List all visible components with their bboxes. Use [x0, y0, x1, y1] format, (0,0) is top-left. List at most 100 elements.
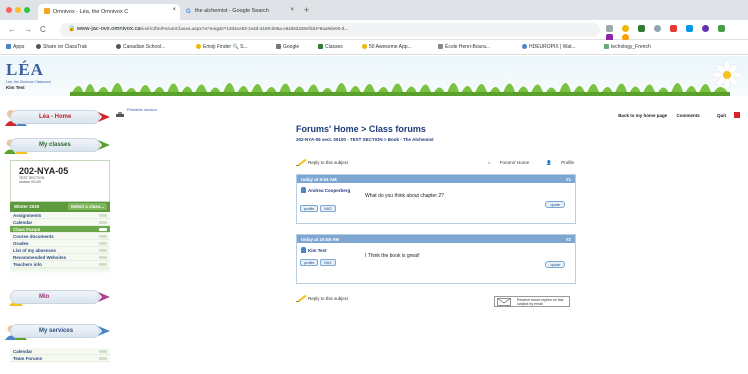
extension-icon[interactable]: [718, 25, 725, 32]
semester-label: Winter 2020: [14, 204, 40, 209]
post-body: Andrea Cooperberg profile MIO What do you…: [297, 183, 575, 223]
services-menu: Calendar Team Forums: [10, 348, 110, 362]
bookmark-hdeuropix[interactable]: HDEUROPIX | Wat...: [522, 44, 576, 50]
post-number[interactable]: #1: [566, 177, 571, 182]
new-tab-button[interactable]: +: [304, 5, 309, 15]
class-code: 202-NYA-05: [19, 166, 69, 176]
logo-title: LÉA: [6, 60, 44, 79]
extension-icon[interactable]: [686, 25, 693, 32]
bookmark-classes[interactable]: Classes: [318, 44, 343, 50]
profile-button[interactable]: profile: [300, 259, 319, 266]
pencil-icon: [296, 159, 307, 166]
bookmark-label: Classes: [325, 44, 343, 50]
sidebar-mio[interactable]: Mio: [0, 286, 116, 308]
tab-label: Omnivox - Léa, the Omnivox C: [53, 9, 129, 15]
bookmark-emoji-finder[interactable]: Emoji Finder 🔍 S...: [196, 44, 248, 50]
zoom-icon[interactable]: [606, 25, 613, 32]
close-tab-icon[interactable]: ×: [172, 7, 176, 13]
printer-icon[interactable]: [116, 112, 124, 118]
sidebar: Léa - Home My classes 202-NYA-05 TEST SE…: [0, 96, 116, 374]
menu-item-teachers-info[interactable]: Teachers info: [10, 261, 110, 268]
lea-logo[interactable]: LÉA Léa, the Omnivox Classroom Kim Test: [6, 60, 51, 90]
globe-icon: [116, 44, 121, 49]
quote-button[interactable]: quote: [545, 261, 565, 268]
sidebar-my-classes-label: My classes: [10, 138, 100, 152]
reload-icon[interactable]: C: [40, 25, 46, 34]
sidebar-home[interactable]: Léa - Home: [0, 106, 116, 128]
menu-item-grades[interactable]: Grades: [10, 240, 110, 247]
extension-icon[interactable]: [670, 25, 677, 32]
quote-button[interactable]: quote: [545, 201, 565, 208]
menu-item-label: Course documents: [13, 234, 54, 239]
menu-item-recommended-websites[interactable]: Recommended Websites: [10, 254, 110, 261]
url-input[interactable]: 🔒 www-jac-ovx.omnivox.ca/cvir/ctfm/Forum…: [60, 23, 600, 37]
post-header: today at 10:58 AM #2: [297, 235, 575, 243]
menu-item-label: Recommended Websites: [13, 255, 67, 260]
profile-button[interactable]: profile: [300, 205, 319, 212]
mio-button[interactable]: MIO: [320, 259, 336, 266]
extension-icon[interactable]: [638, 25, 645, 32]
service-item-calendar[interactable]: Calendar: [10, 348, 110, 355]
tab-omnivox[interactable]: Omnivox - Léa, the Omnivox C ×: [38, 4, 180, 20]
purple-arrow-icon: [98, 292, 110, 302]
menu-item-absences[interactable]: List of my absences: [10, 247, 110, 254]
menu-item-label: Class Forum: [13, 227, 41, 232]
menu-badge: [99, 249, 107, 252]
bookmark-classtrak[interactable]: Share on ClassTrak: [36, 44, 87, 50]
back-to-home-link[interactable]: Back to my home page: [618, 113, 667, 118]
printable-version-link[interactable]: Printable version: [127, 107, 157, 112]
star-icon[interactable]: [622, 25, 629, 32]
menu-footer: [10, 268, 110, 274]
comments-link[interactable]: Comments: [676, 113, 699, 118]
tab-google-search[interactable]: Gthe alchemist - Google Search ×: [180, 4, 298, 20]
reply-button-bottom[interactable]: Reply to this subject: [296, 294, 348, 302]
extension-icon[interactable]: [702, 25, 709, 32]
sidebar-my-services[interactable]: My services: [0, 320, 116, 342]
service-item-team-forums[interactable]: Team Forums: [10, 355, 110, 362]
bookmark-apps[interactable]: Apps: [6, 44, 24, 50]
reply-row-top: Reply to this subject ⌂ Forums' Home 👤 P…: [296, 158, 576, 172]
author-name: Andrea Cooperberg: [308, 188, 351, 193]
user-avatar-icon: [301, 247, 306, 253]
extension-icon[interactable]: [654, 25, 661, 32]
minimize-window-button[interactable]: [15, 7, 21, 13]
forum-post: today at 10:58 AM #2 Kim Test profile MIO…: [296, 234, 576, 284]
menu-item-calendar[interactable]: Calendar: [10, 219, 110, 226]
quit-link[interactable]: Quit: [709, 112, 740, 118]
back-arrow-icon[interactable]: ←: [8, 25, 16, 34]
bookmark-awesome-apps[interactable]: 50 Awesome App...: [362, 44, 412, 50]
forums-home-link[interactable]: ⌂ Forums' Home: [480, 160, 529, 165]
bookmark-techology-french[interactable]: techology_French: [604, 44, 651, 50]
zoom-window-button[interactable]: [24, 7, 30, 13]
bookmark-canadian-school[interactable]: Canadian School...: [116, 44, 165, 50]
bookmark-google[interactable]: Google: [276, 44, 299, 50]
close-window-button[interactable]: [6, 7, 12, 13]
forward-arrow-icon[interactable]: →: [24, 25, 32, 34]
close-tab-icon[interactable]: ×: [290, 7, 294, 13]
select-class-dropdown[interactable]: Select a class...: [67, 203, 107, 210]
menu-item-class-forum[interactable]: Class Forum: [10, 226, 110, 233]
sidebar-my-classes[interactable]: My classes: [0, 134, 116, 156]
menu-item-label: Assignments: [13, 213, 42, 218]
post-number[interactable]: #2: [566, 237, 571, 242]
user-avatar-icon: [301, 187, 306, 193]
menu-badge: [99, 228, 107, 231]
mio-button[interactable]: MIO: [320, 205, 336, 212]
bookmark-label: École Henri-Boura...: [445, 44, 491, 50]
menu-item-assignments[interactable]: Assignments: [10, 212, 110, 219]
reply-button-top[interactable]: Reply to this subject: [296, 158, 348, 166]
menu-item-course-documents[interactable]: Course documents: [10, 233, 110, 240]
notify-label: Receive future replies on this subject b…: [517, 298, 564, 306]
post-message: I Think the book is great!: [365, 253, 420, 259]
email-notify-button[interactable]: Receive future replies on this subject b…: [494, 296, 570, 307]
pencil-icon: [296, 295, 307, 302]
menu-badge: [99, 242, 107, 245]
bookmark-ecole[interactable]: École Henri-Boura...: [438, 44, 490, 50]
profile-link[interactable]: 👤 Profile: [538, 160, 574, 165]
home-icon: ⌂: [487, 160, 492, 165]
bookmark-label: 50 Awesome App...: [369, 44, 412, 50]
profile-label: Profile: [561, 160, 574, 165]
reply-row-bottom: Reply to this subject Receive future rep…: [296, 294, 576, 308]
post-header: today at 9:54 AM #1: [297, 175, 575, 183]
bookmark-label: techology_French: [611, 44, 651, 50]
